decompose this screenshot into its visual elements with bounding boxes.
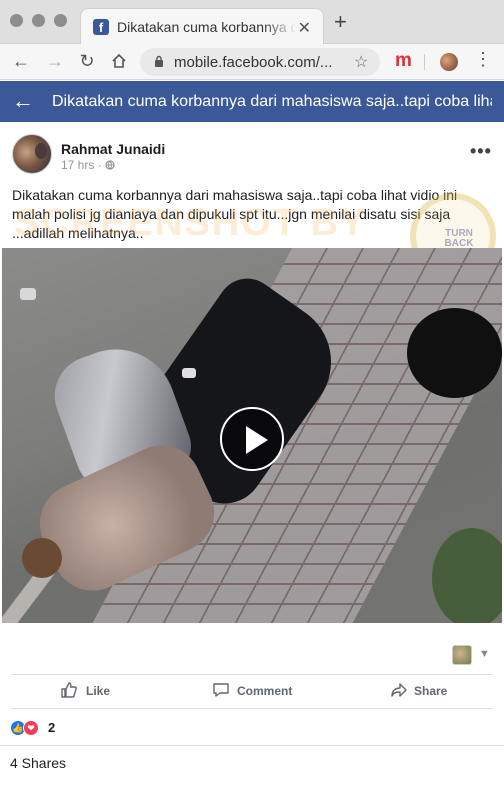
extension-m-icon[interactable]: m xyxy=(395,51,412,70)
thumbs-up-icon xyxy=(60,681,78,704)
close-window-button[interactable] xyxy=(10,14,23,27)
share-label: Share xyxy=(414,684,448,698)
facebook-favicon-icon: f xyxy=(93,19,109,35)
forward-arrow-icon[interactable]: → xyxy=(44,50,66,72)
share-arrow-icon xyxy=(390,681,408,704)
new-tab-button[interactable]: + xyxy=(334,11,347,33)
author-name[interactable]: Rahmat Junaidi xyxy=(61,141,165,157)
star-icon[interactable]: ☆ xyxy=(354,52,368,72)
watermark-text: SCREENSHOT BY xyxy=(14,202,368,244)
like-label: Like xyxy=(86,684,111,698)
toolbar-divider xyxy=(424,54,425,70)
address-bar[interactable]: mobile.facebook.com/... ☆ xyxy=(140,48,380,76)
back-icon[interactable]: ← xyxy=(12,88,34,114)
chevron-down-icon[interactable]: ▼ xyxy=(479,648,490,660)
more-options-icon[interactable]: ••• xyxy=(470,141,492,162)
author-avatar[interactable] xyxy=(12,134,52,174)
page-title: Dikatakan cuma korbannya dari mahasiswa … xyxy=(52,93,492,110)
love-reaction-icon: ❤ xyxy=(23,720,39,736)
browser-toolbar: ← → ↻ mobile.facebook.com/... ☆ m ⋮ xyxy=(0,44,504,80)
close-tab-icon[interactable]: ✕ xyxy=(298,18,311,38)
reload-icon[interactable]: ↻ xyxy=(76,50,98,72)
browser-tab[interactable]: f Dikatakan cuma korbannya dari mahasisw… xyxy=(80,8,324,44)
video-player[interactable] xyxy=(2,248,502,623)
play-icon[interactable] xyxy=(220,407,284,471)
maximize-window-button[interactable] xyxy=(54,14,67,27)
menu-icon[interactable]: ⋮ xyxy=(474,49,492,70)
browser-tab-bar: f Dikatakan cuma korbannya dari mahasisw… xyxy=(0,0,504,44)
post-meta: 17 hrs · xyxy=(61,158,115,172)
back-arrow-icon[interactable]: ← xyxy=(10,50,32,72)
profile-avatar-icon[interactable] xyxy=(440,53,458,71)
fb-header: ← Dikatakan cuma korbannya dari mahasisw… xyxy=(0,81,504,122)
minimize-window-button[interactable] xyxy=(32,14,45,27)
reaction-profile-thumbnail[interactable] xyxy=(452,645,472,665)
actions-divider-top xyxy=(12,674,492,675)
url-text: mobile.facebook.com/... xyxy=(174,54,333,71)
comment-label: Comment xyxy=(237,684,293,698)
post-time[interactable]: 17 hrs xyxy=(61,158,94,172)
stats-divider xyxy=(0,745,504,746)
reaction-count: 2 xyxy=(48,720,56,735)
comment-icon xyxy=(212,681,230,704)
lock-icon xyxy=(154,55,164,71)
globe-icon xyxy=(105,158,115,172)
home-icon[interactable] xyxy=(108,50,130,72)
shares-count[interactable]: 4 Shares xyxy=(10,755,66,771)
actions-divider-bottom xyxy=(12,708,492,709)
